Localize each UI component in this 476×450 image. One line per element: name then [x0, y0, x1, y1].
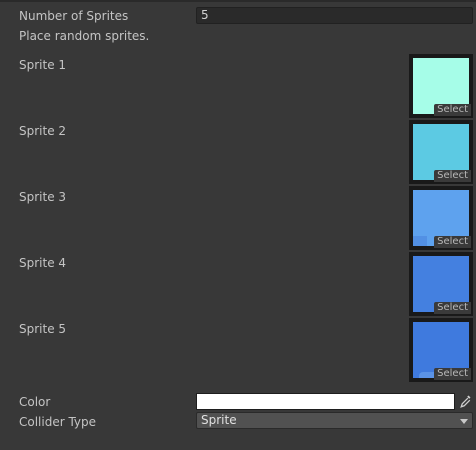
eyedropper-icon[interactable]: [458, 393, 473, 410]
sprite-3-field[interactable]: Select: [409, 186, 473, 250]
help-text: Place random sprites.: [19, 29, 150, 43]
toolbar-strip: [0, 0, 476, 2]
sprite-4-label: Sprite 4: [19, 256, 67, 270]
sprite-4-select-button[interactable]: Select: [434, 302, 471, 314]
sprite-1-label: Sprite 1: [19, 58, 67, 72]
sprite-1-select-button[interactable]: Select: [434, 104, 471, 116]
sprite-3-label: Sprite 3: [19, 190, 67, 204]
color-swatch-field[interactable]: [196, 393, 455, 410]
sprite-1-field[interactable]: Select: [409, 54, 473, 118]
sprite-5-label: Sprite 5: [19, 322, 67, 336]
sprite-5-field[interactable]: Select: [409, 318, 473, 382]
collider-type-value: Sprite: [201, 413, 237, 427]
color-label: Color: [19, 395, 51, 409]
collider-type-label: Collider Type: [19, 415, 97, 429]
sprite-4-field[interactable]: Select: [409, 252, 473, 316]
sprite-2-field[interactable]: Select: [409, 120, 473, 184]
number-of-sprites-input[interactable]: 5: [196, 7, 473, 24]
collider-type-dropdown[interactable]: Sprite: [196, 412, 473, 429]
sprite-2-label: Sprite 2: [19, 124, 67, 138]
sprite-3-corner-shape: [413, 236, 427, 246]
sprite-2-select-button[interactable]: Select: [434, 170, 471, 182]
sprite-5-select-button[interactable]: Select: [434, 368, 471, 380]
chevron-down-icon: [460, 419, 468, 424]
number-of-sprites-label: Number of Sprites: [19, 9, 129, 23]
sprite-3-select-button[interactable]: Select: [434, 236, 471, 248]
